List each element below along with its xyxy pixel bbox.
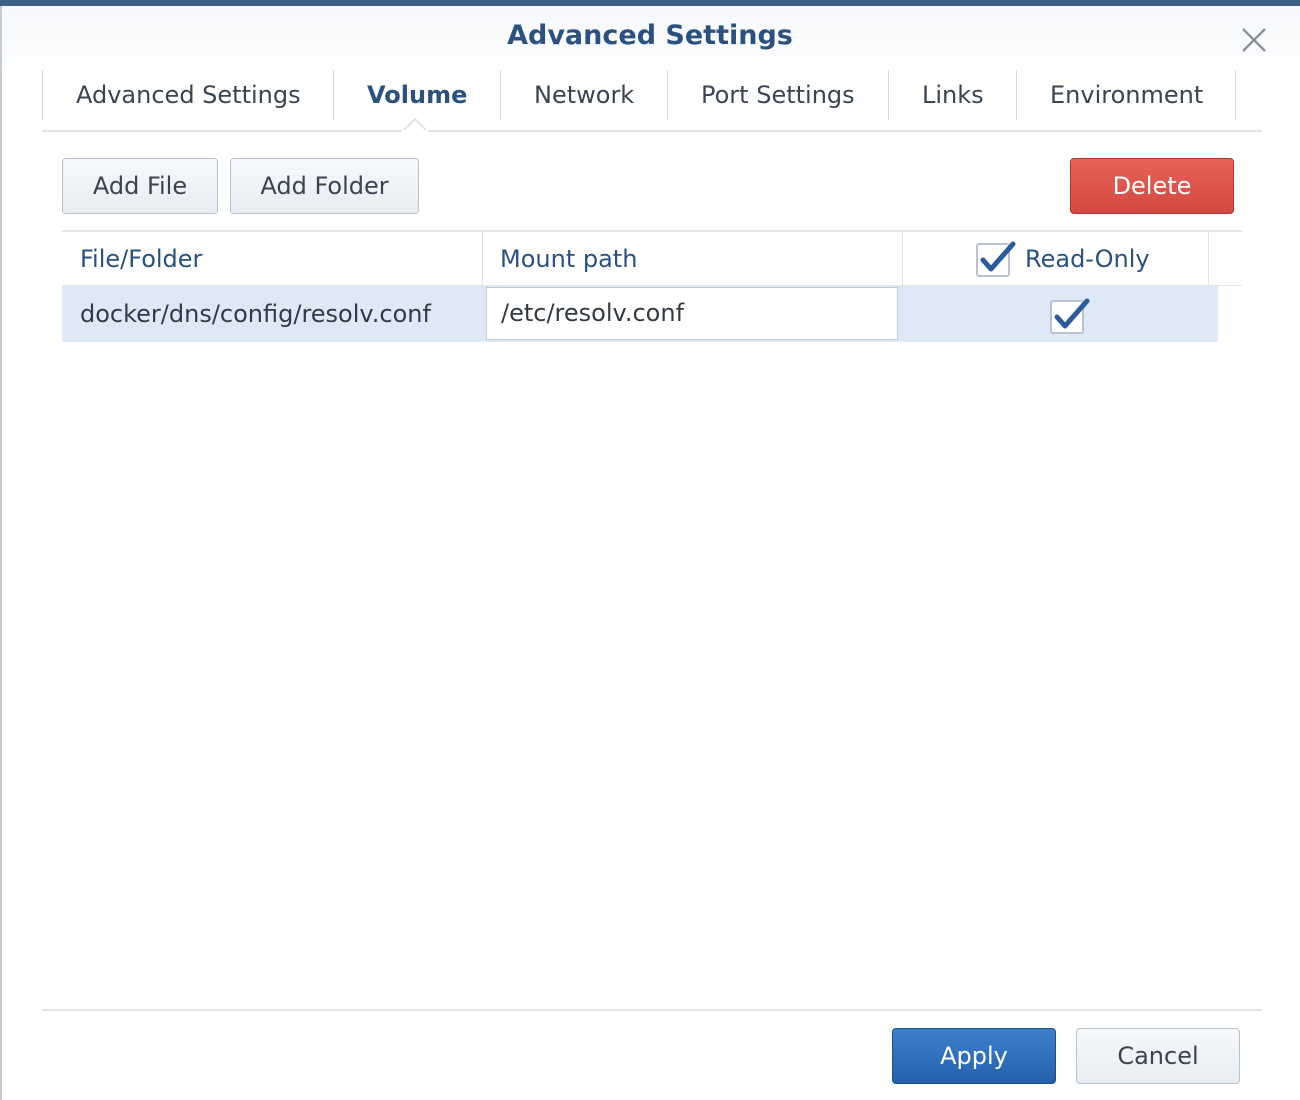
close-button[interactable] bbox=[1236, 22, 1272, 58]
tab-links[interactable]: Links bbox=[888, 70, 1016, 120]
mount-path-input[interactable]: /etc/resolv.conf bbox=[486, 287, 898, 340]
read-only-select-all-checkbox[interactable] bbox=[976, 241, 1016, 277]
column-header-mount-path[interactable]: Mount path bbox=[500, 232, 637, 286]
column-divider bbox=[482, 232, 483, 286]
table-row[interactable]: docker/dns/config/resolv.conf /etc/resol… bbox=[62, 286, 1218, 342]
window-left-edge bbox=[0, 6, 2, 1100]
column-divider bbox=[1208, 232, 1209, 286]
tab-advanced-settings[interactable]: Advanced Settings bbox=[42, 70, 333, 120]
tab-network[interactable]: Network bbox=[500, 70, 667, 120]
column-header-read-only[interactable]: Read-Only bbox=[1025, 232, 1150, 286]
read-only-checkbox[interactable] bbox=[1050, 298, 1090, 334]
add-folder-button[interactable]: Add Folder bbox=[230, 158, 419, 214]
apply-button[interactable]: Apply bbox=[892, 1028, 1056, 1084]
cancel-button[interactable]: Cancel bbox=[1076, 1028, 1240, 1084]
dialog-title: Advanced Settings bbox=[507, 20, 793, 51]
tab-port-settings[interactable]: Port Settings bbox=[667, 70, 888, 120]
tab-volume[interactable]: Volume bbox=[333, 70, 500, 120]
tab-bar: Advanced Settings Volume Network Port Se… bbox=[42, 70, 1236, 122]
active-tab-indicator-icon bbox=[402, 118, 428, 132]
footer-divider bbox=[42, 1009, 1262, 1011]
advanced-settings-dialog: Advanced Settings Advanced Settings Volu… bbox=[0, 0, 1300, 1100]
table-header: File/Folder Mount path Read-Only bbox=[62, 230, 1242, 286]
add-file-button[interactable]: Add File bbox=[62, 158, 218, 214]
delete-button[interactable]: Delete bbox=[1070, 158, 1234, 214]
file-folder-cell: docker/dns/config/resolv.conf bbox=[80, 300, 431, 328]
checkbox-checked-icon bbox=[1050, 298, 1090, 334]
column-divider bbox=[902, 232, 903, 286]
close-icon bbox=[1242, 28, 1266, 52]
checkbox-checked-icon bbox=[976, 241, 1016, 277]
column-header-file-folder[interactable]: File/Folder bbox=[80, 232, 202, 286]
tab-bar-divider bbox=[42, 130, 1262, 132]
tab-environment[interactable]: Environment bbox=[1016, 70, 1236, 120]
